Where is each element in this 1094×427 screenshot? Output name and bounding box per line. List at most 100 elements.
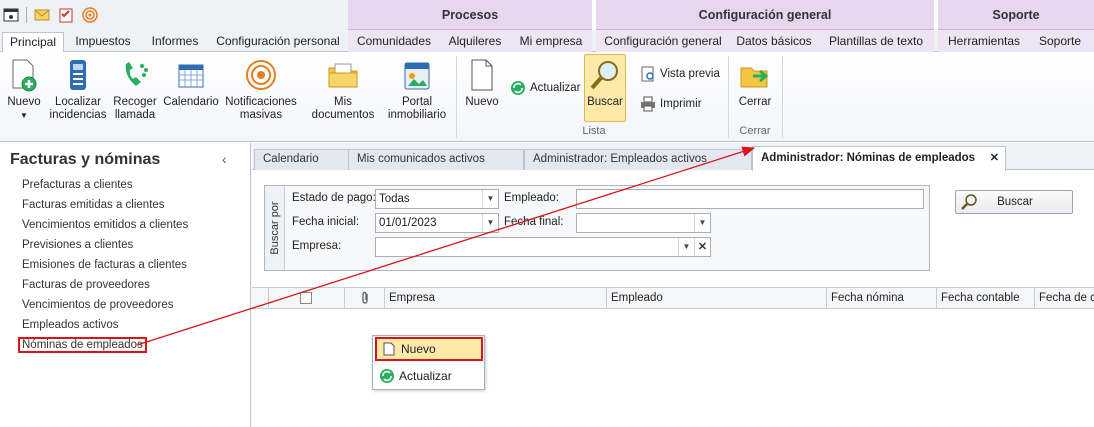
tab-plantillas-de-texto[interactable]: Plantillas de texto	[826, 32, 926, 52]
tab-principal[interactable]: Principal	[2, 32, 64, 53]
fecha-final-field[interactable]: ▼	[576, 213, 711, 233]
recoger-label-2: llamada	[114, 109, 156, 121]
calendar-icon	[174, 58, 208, 92]
localizar-incidencias-button[interactable]: Localizar incidencias	[50, 58, 106, 122]
nav-item-facturas-proveedores[interactable]: Facturas de proveedores	[22, 279, 150, 291]
collapse-icon[interactable]: ‹	[222, 151, 227, 167]
localizar-label-1: Localizar	[54, 96, 102, 108]
tab-soporte[interactable]: Soporte	[1034, 32, 1086, 52]
fecha-inicial-label: Fecha inicial:	[292, 216, 360, 228]
column-empleado[interactable]: Empleado	[606, 288, 826, 308]
search-panel: Buscar por Estado de pago: Todas ▼ Emple…	[264, 185, 930, 271]
nav-item-emisiones-facturas[interactable]: Emisiones de facturas a clientes	[22, 259, 187, 271]
vista-previa-button[interactable]: Vista previa	[640, 66, 720, 82]
menu-item-actualizar[interactable]: Actualizar	[375, 364, 483, 388]
imprimir-label: Imprimir	[660, 98, 702, 110]
lista-nuevo-button[interactable]: Nuevo	[462, 58, 502, 109]
tab-alquileres[interactable]: Alquileres	[446, 32, 504, 52]
context-menu: Nuevo Actualizar	[372, 335, 485, 390]
calendario-button[interactable]: Calendario	[162, 58, 220, 109]
magnifier-icon	[961, 194, 977, 210]
refresh-icon	[375, 368, 399, 384]
buscar-ribbon-button[interactable]: Buscar	[584, 54, 626, 122]
menu-item-nuevo-label: Nuevo	[401, 342, 436, 356]
paperclip-icon	[344, 288, 384, 308]
notificaciones-label-1: Notificaciones	[225, 96, 297, 108]
nav-title: Facturas y nóminas	[10, 151, 161, 168]
doc-tab-nominas-label: Administrador: Nóminas de empleados	[761, 152, 976, 164]
chevron-down-icon[interactable]: ▼	[694, 214, 710, 232]
tab-configuracion-personal[interactable]: Configuración personal	[216, 32, 340, 52]
folder-exit-icon	[738, 58, 772, 92]
nav-item-nominas-empleados[interactable]: Nóminas de empleados	[18, 337, 147, 353]
doc-tab-calendario[interactable]: Calendario	[254, 149, 350, 170]
app-window-icon[interactable]	[2, 6, 20, 24]
quick-access-toolbar	[0, 0, 348, 30]
portal-label-2: inmobiliario	[387, 109, 447, 121]
blank-document-icon	[465, 58, 499, 92]
clear-icon[interactable]: ✕	[694, 238, 710, 256]
group-label-lista: Lista	[582, 125, 606, 137]
buscar-button-label: Buscar	[997, 196, 1033, 208]
group-label-cerrar: Cerrar	[739, 125, 771, 137]
broadcast-icon[interactable]	[81, 6, 99, 24]
column-empresa[interactable]: Empresa	[384, 288, 606, 308]
chevron-down-icon[interactable]: ▼	[678, 238, 694, 256]
tab-mi-empresa[interactable]: Mi empresa	[518, 32, 584, 52]
fecha-inicial-field[interactable]: 01/01/2023 ▼	[375, 213, 499, 233]
mail-icon[interactable]	[33, 6, 51, 24]
tab-configuracion-general[interactable]: Configuración general	[604, 32, 722, 52]
locate-icon	[61, 58, 95, 92]
nav-item-facturas-emitidas[interactable]: Facturas emitidas a clientes	[22, 199, 165, 211]
empleado-field[interactable]	[576, 189, 924, 209]
phone-icon	[118, 58, 152, 92]
cerrar-label: Cerrar	[738, 96, 772, 108]
context-group-procesos: Procesos	[348, 0, 592, 30]
close-icon[interactable]: ✕	[990, 147, 999, 169]
nav-item-vencimientos-emitidos[interactable]: Vencimientos emitidos a clientes	[22, 219, 188, 231]
context-group-configuracion: Configuración general	[596, 0, 934, 30]
nav-item-prefacturas[interactable]: Prefacturas a clientes	[22, 179, 133, 191]
column-fecha-contable[interactable]: Fecha contable	[936, 288, 1034, 308]
chevron-down-icon[interactable]: ▼	[482, 190, 498, 208]
tab-comunidades[interactable]: Comunidades	[356, 32, 432, 52]
actualizar-button[interactable]: Actualizar	[510, 80, 581, 96]
menu-item-nuevo[interactable]: Nuevo	[375, 337, 483, 361]
tab-datos-basicos[interactable]: Datos básicos	[736, 32, 812, 52]
blank-document-icon	[377, 342, 401, 356]
empresa-label: Empresa:	[292, 240, 342, 252]
doc-tab-comunicados[interactable]: Mis comunicados activos	[348, 149, 524, 170]
checklist-icon[interactable]	[57, 6, 75, 24]
broadcast-icon	[244, 58, 278, 92]
column-fecha-nomina[interactable]: Fecha nómina	[826, 288, 936, 308]
ribbon: Nuevo ▼ Localizar incidencias Recoger ll…	[0, 52, 1094, 142]
buscar-button[interactable]: Buscar	[955, 190, 1073, 214]
tab-impuestos[interactable]: Impuestos	[70, 32, 136, 52]
nuevo-button[interactable]: Nuevo ▼	[4, 58, 44, 122]
nav-item-previsiones[interactable]: Previsiones a clientes	[22, 239, 133, 251]
nuevo-label: Nuevo	[7, 96, 41, 108]
tab-informes[interactable]: Informes	[146, 32, 204, 52]
doc-tab-nominas[interactable]: Administrador: Nóminas de empleados ✕	[752, 146, 1006, 171]
recoger-llamada-button[interactable]: Recoger llamada	[112, 58, 158, 122]
nav-item-empleados-activos[interactable]: Empleados activos	[22, 319, 119, 331]
empresa-field[interactable]: ▼ ✕	[375, 237, 711, 257]
empleado-label: Empleado:	[504, 192, 559, 204]
tab-herramientas[interactable]: Herramientas	[946, 32, 1022, 52]
nav-item-vencimientos-proveedores[interactable]: Vencimientos de proveedores	[22, 299, 174, 311]
column-fecha-creacion[interactable]: Fecha de cre	[1034, 288, 1094, 308]
imprimir-button[interactable]: Imprimir	[640, 96, 702, 112]
notificaciones-masivas-button[interactable]: Notificaciones masivas	[224, 58, 298, 122]
select-all-column[interactable]	[268, 288, 344, 308]
vista-previa-label: Vista previa	[660, 68, 720, 80]
checkbox-icon[interactable]	[300, 291, 312, 304]
portal-inmobiliario-button[interactable]: Portal inmobiliario	[388, 58, 446, 122]
preview-icon	[641, 66, 654, 82]
estado-select[interactable]: Todas ▼	[375, 189, 499, 209]
ribbon-separator	[728, 56, 729, 138]
doc-tab-empleados-activos[interactable]: Administrador: Empleados activos	[524, 149, 752, 170]
mis-documentos-button[interactable]: Mis documentos	[302, 58, 384, 122]
cerrar-button[interactable]: Cerrar	[734, 58, 776, 109]
chevron-down-icon[interactable]: ▼	[482, 214, 498, 232]
chevron-down-icon[interactable]: ▼	[20, 109, 28, 122]
